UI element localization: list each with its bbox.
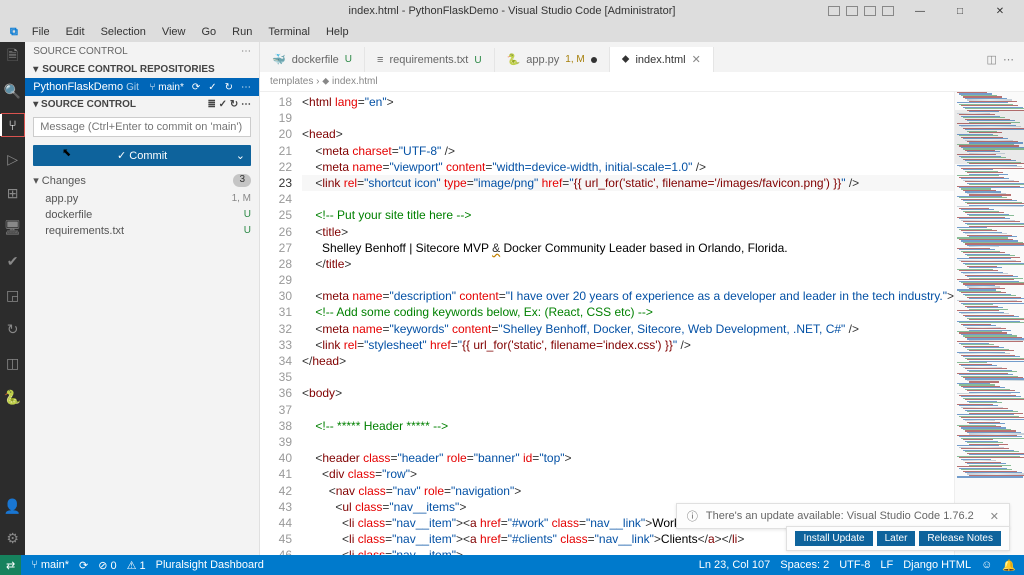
menu-edit[interactable]: Edit [60,24,91,40]
feedback-icon[interactable]: ☺ [981,559,992,571]
vscode-icon: ⧉ [6,26,22,39]
tab-dockerfile[interactable]: 🐳 dockerfile U [260,47,365,72]
encoding-status[interactable]: UTF-8 [839,559,870,571]
line-gutter: 1819202122232425262728293031323334353637… [260,92,302,555]
explorer-icon[interactable]: 🗎 [4,48,22,66]
remote-indicator[interactable]: ⇄ [0,555,21,575]
debug-icon[interactable]: ▷ [4,150,22,168]
changed-file[interactable]: dockerfile U [25,207,259,223]
extensions-icon[interactable]: ⊞ [4,184,22,202]
language-mode[interactable]: Django HTML [903,559,971,571]
layout-icon[interactable] [882,6,894,16]
menu-selection[interactable]: Selection [95,24,152,40]
split-editor-icon[interactable]: ◫ [986,54,996,66]
editor-area: 🐳 dockerfile U ≡ requirements.txt U 🐍 ap… [260,42,1024,555]
indentation-status[interactable]: Spaces: 2 [780,559,829,571]
activity-bar: 🗎 🔍 ⑂ ▷ ⊞ 🖥 ✔ ◲ ↻ ◫ 🐍 👤 ⚙ [0,42,25,555]
python-icon[interactable]: 🐍 [4,388,22,406]
layout-icon[interactable] [864,6,876,16]
layout-icon[interactable] [828,6,840,16]
editor[interactable]: 1819202122232425262728293031323334353637… [260,92,1024,555]
cursor-position[interactable]: Ln 23, Col 107 [699,559,771,571]
accounts-icon[interactable]: 👤 [4,497,22,515]
tab-requirements[interactable]: ≡ requirements.txt U [365,48,495,72]
branch-icon[interactable]: ⑂ main* [149,82,183,93]
sidebar-more-icon[interactable]: ⋯ [241,46,251,57]
notification-text: There's an update available: Visual Stud… [706,510,974,522]
tab-app-py[interactable]: 🐍 app.py 1, M [495,47,610,72]
chevron-down-icon[interactable]: ⌄ [236,149,245,162]
later-button[interactable]: Later [877,531,916,546]
sidebar-title: SOURCE CONTROL [33,46,127,57]
release-notes-button[interactable]: Release Notes [919,531,1001,546]
more-icon[interactable]: ⋯ [241,99,251,110]
close-button[interactable]: ✕ [980,6,1020,17]
tab-bar: 🐳 dockerfile U ≡ requirements.txt U 🐍 ap… [260,42,1024,72]
changed-file[interactable]: app.py 1, M [25,191,259,207]
database-icon[interactable]: ◫ [4,354,22,372]
commit-button[interactable]: ✓ Commit⌄ [33,145,251,166]
sync-icon[interactable]: ⟳ [192,82,200,93]
testing-icon[interactable]: ✔ [4,252,22,270]
tab-index-html[interactable]: ⬥ index.html ✕ [610,47,714,72]
titlebar: index.html - PythonFlaskDemo - Visual St… [0,0,1024,22]
status-bar: ⇄ ⑂ main* ⟳ ⊘ 0 ⚠ 1 Pluralsight Dashboar… [0,555,1024,575]
breadcrumbs[interactable]: templates › ⬥ index.html [260,72,1024,92]
menu-file[interactable]: File [26,24,56,40]
menu-go[interactable]: Go [195,24,222,40]
scm-header[interactable]: SOURCE CONTROL [41,99,136,110]
refresh-icon[interactable]: ↻ [225,82,233,93]
layout-icon[interactable] [846,6,858,16]
errors-status[interactable]: ⊘ 0 [98,559,116,572]
commit-message-input[interactable] [33,117,251,137]
layout-controls[interactable] [828,6,894,16]
view-as-tree-icon[interactable]: ≣ [208,99,216,110]
window-title: index.html - PythonFlaskDemo - Visual St… [349,5,676,17]
repos-header[interactable]: SOURCE CONTROL REPOSITORIES [42,64,214,75]
dashboard-status[interactable]: Pluralsight Dashboard [156,559,264,571]
menu-terminal[interactable]: Terminal [262,24,316,40]
menubar: ⧉ File Edit Selection View Go Run Termin… [0,22,1024,42]
refresh-icon[interactable]: ↻ [230,99,238,110]
warnings-status[interactable]: ⚠ 1 [127,559,146,572]
changes-label[interactable]: Changes [42,175,86,187]
live-share-icon[interactable]: ↻ [4,320,22,338]
source-control-icon[interactable]: ⑂ [4,116,22,134]
menu-run[interactable]: Run [226,24,258,40]
more-actions-icon[interactable]: ⋯ [1003,54,1014,66]
changes-count: 3 [233,174,251,187]
settings-gear-icon[interactable]: ⚙ [4,529,22,547]
dirty-indicator-icon [591,57,597,63]
minimize-button[interactable]: — [900,6,940,17]
commit-check-icon[interactable]: ✓ [208,82,216,93]
install-update-button[interactable]: Install Update [795,531,872,546]
repo-row[interactable]: PythonFlaskDemo Git ⑂ main* ⟳ ✓ ↻ ⋯ [25,78,259,96]
sync-status[interactable]: ⟳ [79,559,88,572]
menu-help[interactable]: Help [320,24,355,40]
eol-status[interactable]: LF [880,559,893,571]
notifications-bell-icon[interactable]: 🔔 [1002,559,1016,572]
remote-explorer-icon[interactable]: 🖥 [4,218,22,236]
branch-status[interactable]: ⑂ main* [31,559,69,571]
notification-buttons: Install Update Later Release Notes [786,526,1010,551]
commit-check-icon[interactable]: ✓ [219,99,227,110]
close-notification-icon[interactable]: ✕ [990,510,999,523]
minimap[interactable] [954,92,1024,555]
docker-icon[interactable]: ◲ [4,286,22,304]
close-tab-icon[interactable]: ✕ [692,53,701,66]
maximize-button[interactable]: □ [940,6,980,17]
sidebar: SOURCE CONTROL ⋯ ▾ SOURCE CONTROL REPOSI… [25,42,260,555]
editor-actions: ◫ ⋯ [976,47,1024,72]
info-icon: ⓘ [687,508,698,524]
changed-file[interactable]: requirements.txt U [25,223,259,239]
search-icon[interactable]: 🔍 [4,82,22,100]
menu-view[interactable]: View [156,24,192,40]
code-area[interactable]: <html lang="en"><head> <meta charset="UT… [302,92,954,555]
more-icon[interactable]: ⋯ [241,82,251,93]
